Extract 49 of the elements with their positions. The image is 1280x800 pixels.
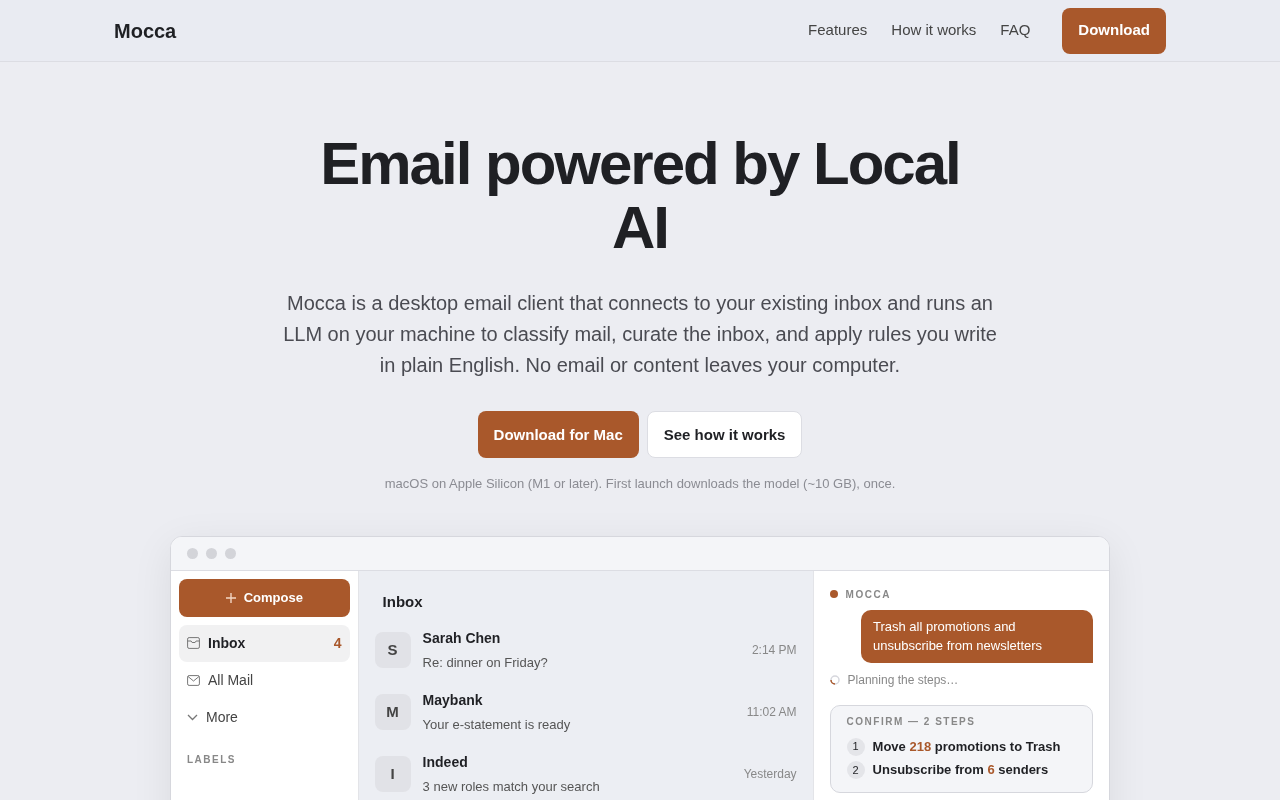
message-row[interactable]: I Indeed 3 new roles match your search Yesterday bbox=[358, 743, 813, 800]
message-subject: 3 new roles match your search bbox=[422, 778, 601, 797]
step-number: 2 bbox=[846, 761, 865, 780]
message-row[interactable]: S Sarah Chen Re: dinner on Friday? 2:14 PM bbox=[358, 619, 813, 682]
message-time: 2:14 PM bbox=[751, 642, 797, 660]
sender-name: Sarah Chen bbox=[422, 629, 502, 649]
step-number: 1 bbox=[846, 737, 865, 756]
sender-name: Indeed bbox=[422, 753, 469, 773]
chat-message: Trash all promotions and unsubscribe from newsletters bbox=[861, 609, 1093, 663]
confirm-heading: CONFIRM — 2 STEPS bbox=[846, 714, 977, 729]
how-it-works-button[interactable]: See how it works bbox=[646, 411, 803, 459]
avatar: S bbox=[374, 632, 411, 669]
message-subject: Re: dinner on Friday? bbox=[422, 654, 549, 673]
mail-icon bbox=[187, 674, 200, 686]
hero-title: Email powered by Local AI bbox=[319, 132, 961, 261]
brand-logo[interactable]: Mocca bbox=[114, 15, 177, 46]
unread-count: 4 bbox=[333, 633, 342, 653]
section-heading: LABELS bbox=[186, 752, 237, 767]
download-button[interactable]: Download for Mac bbox=[477, 411, 639, 459]
sidebar-item[interactable]: More bbox=[179, 698, 350, 736]
message-time: Yesterday bbox=[743, 766, 797, 784]
compose-button[interactable]: Compose bbox=[179, 578, 350, 617]
hero-description: Mocca is a desktop email client that connects to your existing inbox and runs an LLM on your machine to classify mail, curate the inbox, and apply rules you write in plain English. No email or content leaves your computer. bbox=[282, 291, 998, 379]
assistant-name: MOCCA bbox=[845, 587, 891, 602]
window-dot-icon[interactable] bbox=[225, 547, 236, 559]
sidebar-item[interactable]: All Mail bbox=[179, 661, 350, 699]
status-dot-icon bbox=[829, 590, 838, 599]
step-text: Move 218 promotions to Trash bbox=[872, 737, 1061, 756]
step-text: Unsubscribe from 6 senders bbox=[872, 761, 1049, 780]
download-button[interactable]: Download bbox=[1062, 7, 1166, 54]
requirements-note: macOS on Apple Silicon (M1 or later). First launch downloads the model (~10 GB), once. bbox=[383, 475, 897, 494]
message-row[interactable]: M Maybank Your e-statement is ready 11:02 AM bbox=[358, 681, 813, 744]
status-text: Planning the steps… bbox=[847, 671, 959, 689]
message-time: 11:02 AM bbox=[746, 704, 797, 722]
nav-link[interactable]: How it works bbox=[891, 19, 977, 42]
window-dot-icon[interactable] bbox=[187, 547, 198, 559]
plus-icon bbox=[225, 592, 236, 603]
chevron-down-icon bbox=[187, 713, 198, 721]
sidebar-item[interactable]: Inbox 4 bbox=[179, 624, 350, 662]
spinner-icon bbox=[829, 674, 840, 685]
avatar: M bbox=[374, 694, 411, 731]
message-subject: Your e-statement is ready bbox=[422, 716, 572, 735]
inbox-icon bbox=[187, 637, 200, 650]
window-dot-icon[interactable] bbox=[206, 547, 217, 559]
sender-name: Maybank bbox=[422, 691, 484, 711]
avatar: I bbox=[374, 756, 411, 793]
nav-link[interactable]: Features bbox=[808, 19, 868, 42]
list-title: Inbox bbox=[381, 591, 424, 612]
nav-link[interactable]: FAQ bbox=[1000, 19, 1031, 42]
